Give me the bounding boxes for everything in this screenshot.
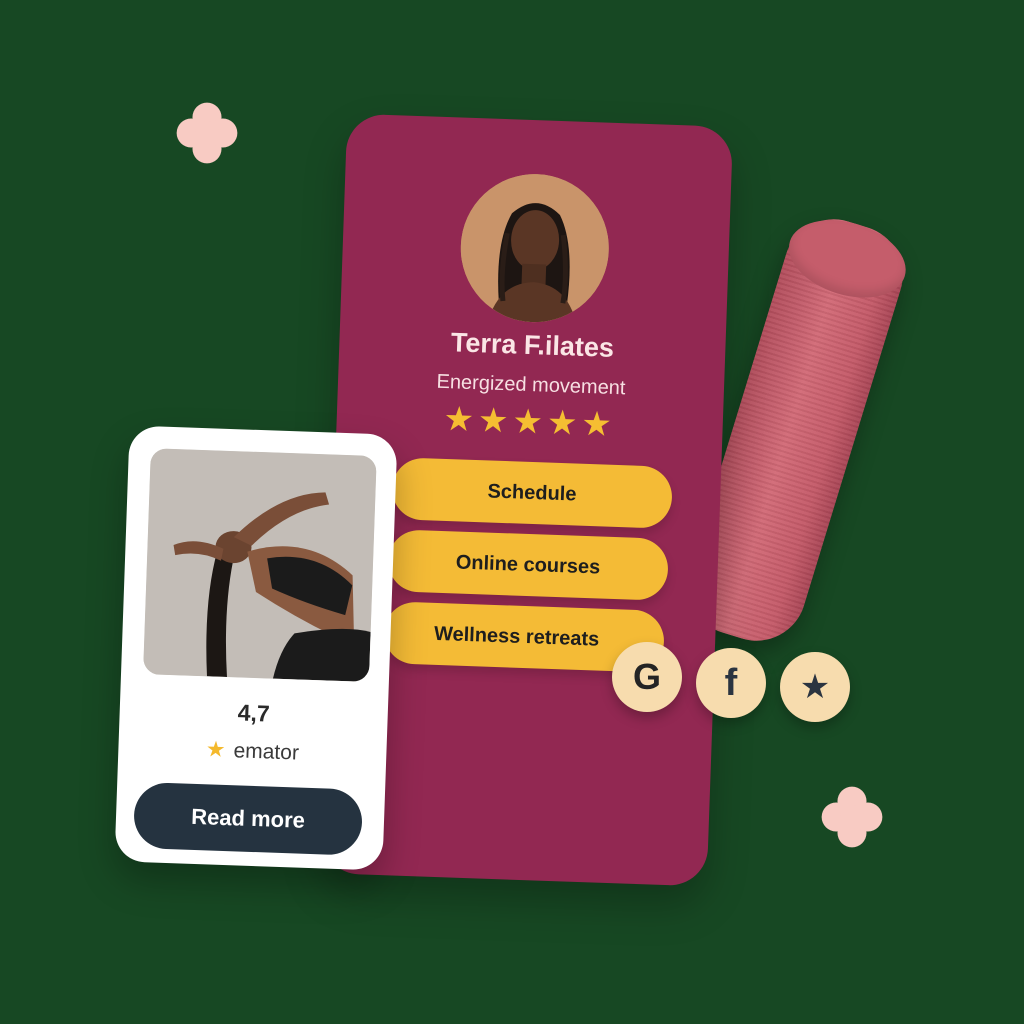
yoga-pose-image [143, 448, 377, 682]
reviews-star-button[interactable]: ★ [780, 652, 850, 722]
read-more-label: Read more [190, 803, 306, 833]
flower-decoration-bottom [821, 786, 883, 848]
schedule-button[interactable]: Schedule [391, 457, 673, 529]
facebook-icon: f [724, 661, 738, 704]
profile-avatar [458, 171, 612, 325]
avatar-portrait [458, 171, 612, 325]
rating-star-icon: ★ [205, 736, 227, 762]
google-button[interactable]: G [612, 642, 682, 712]
read-more-button[interactable]: Read more [132, 781, 364, 856]
schedule-label: Schedule [487, 479, 577, 506]
rating-value: 4,7 [237, 699, 271, 727]
rating-source: ★ emator [118, 733, 387, 768]
online-courses-button[interactable]: Online courses [387, 529, 669, 601]
yoga-mat-end [779, 206, 916, 311]
google-icon: G [632, 656, 661, 697]
profile-name: Terra F.ilates [450, 327, 615, 363]
wellness-retreats-label: Wellness retreats [433, 622, 600, 651]
rating-source-label: emator [233, 739, 300, 765]
review-card: 4,7 ★ emator Read more [114, 425, 398, 871]
online-courses-label: Online courses [455, 550, 601, 579]
facebook-button[interactable]: f [696, 648, 766, 718]
profile-rating-stars: ★★★★★ [442, 400, 617, 445]
flower-decoration-top [176, 102, 238, 164]
star-icon: ★ [799, 668, 831, 706]
yoga-pose-photo [143, 448, 377, 682]
